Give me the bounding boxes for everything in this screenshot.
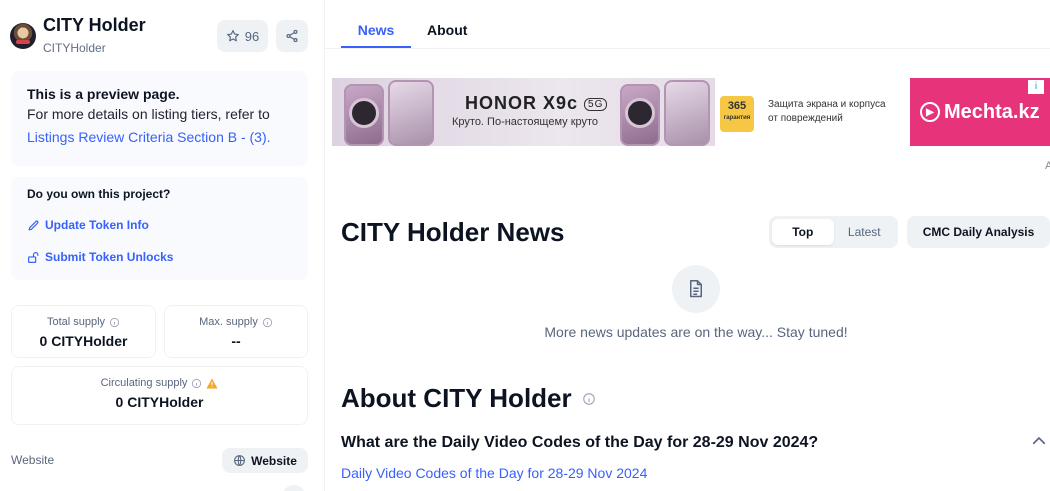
pencil-icon [28,220,39,230]
update-token-info-label: Update Token Info [45,218,149,232]
ownership-panel: Do you own this project? Update Token In… [11,177,308,280]
news-section-title: CITY Holder News [341,217,565,247]
max-supply-value: -- [231,333,241,349]
ad-brand: HONOR X9c 5G [465,93,608,114]
toggle-top[interactable]: Top [772,219,834,245]
update-token-info-link[interactable]: Update Token Info [27,217,292,233]
info-icon[interactable] [262,317,273,328]
watchlist-button[interactable]: 96 [217,20,268,52]
info-icon[interactable] [582,392,596,406]
about-section-title: About CITY Holder [341,383,596,414]
circulating-supply-label: Circulating supply [100,377,188,389]
total-supply-label-row: Total supply [12,316,155,328]
info-icon[interactable] [109,317,120,328]
next-link-button[interactable] [282,485,306,491]
total-supply-label: Total supply [46,316,106,328]
circulating-supply-value: 0 CITYHolder [115,394,204,410]
ad-promo-text: Защита экрана и корпуса от повреждений [768,99,886,124]
sidebar: CITY Holder CITYHolder 96 This is a prev… [0,0,325,491]
watchlist-count: 96 [244,28,260,44]
tab-news[interactable]: News [341,22,411,48]
circulating-supply-label-row: Circulating supply [12,377,307,389]
total-supply-value: 0 CITYHolder [39,333,128,349]
website-row-label: Website [11,453,55,467]
website-button[interactable]: Website [222,448,308,473]
ad-product-panel: HONOR X9c 5G Круто. По-настоящему круто [332,78,715,146]
submit-token-unlocks-label: Submit Token Unlocks [45,250,174,264]
play-icon: ▶ [920,102,940,122]
phone-image [388,80,434,146]
submit-token-unlocks-link[interactable]: Submit Token Unlocks [27,249,292,265]
project-avatar [10,23,36,49]
cmc-daily-analysis-button[interactable]: CMC Daily Analysis [907,216,1050,248]
max-supply-label: Max. supply [199,316,258,328]
phone-image [344,84,384,146]
empty-news-message: More news updates are on the way... Stay… [544,324,848,340]
ad-right-brand: Mechta.kz [944,100,1040,123]
listings-criteria-link[interactable]: Listings Review Criteria Section B - (3)… [27,126,292,149]
share-button[interactable] [276,20,308,52]
total-supply-card: Total supply 0 CITYHolder [11,305,156,358]
chevron-up-icon[interactable] [1030,432,1048,450]
project-symbol: CITYHolder [43,41,106,55]
circulating-supply-card: Circulating supply 0 CITYHolder [11,366,308,425]
preview-title: This is a preview page. [27,86,180,102]
ownership-title: Do you own this project? [27,187,171,201]
tabs-divider [325,48,1050,49]
faq-answer-link[interactable]: Daily Video Codes of the Day for 28-29 N… [341,465,647,481]
max-supply-card: Max. supply -- [164,305,308,358]
ad-warranty-badge: 365 гарантия [720,96,754,132]
ad-info-icon[interactable]: i [1028,80,1044,94]
warning-icon[interactable] [206,378,218,389]
preview-notice: This is a preview page. For more details… [11,71,308,166]
ad-banner-honor[interactable]: HONOR X9c 5G Круто. По-настоящему круто … [332,78,900,146]
news-sort-toggle: Top Latest [769,216,898,248]
website-button-label: Website [251,453,297,468]
tab-about[interactable]: About [427,22,467,38]
share-icon [286,29,298,43]
toggle-latest[interactable]: Latest [834,219,896,245]
unlock-icon [28,251,39,263]
phone-image [620,84,660,146]
ad-tagline: Круто. По-настоящему круто [452,116,599,128]
faq-question[interactable]: What are the Daily Video Codes of the Da… [341,434,818,452]
info-icon[interactable] [191,378,202,389]
phone-image [664,80,710,146]
star-icon [226,30,239,42]
project-name: CITY Holder [43,15,146,35]
preview-text: For more details on listing tiers, refer… [27,106,270,122]
empty-news-illustration [672,265,720,313]
document-icon [690,280,702,298]
about-title-text: About CITY Holder [341,383,572,413]
globe-icon [234,455,246,466]
ad-corner-mark: A [1045,160,1050,172]
max-supply-label-row: Max. supply [165,316,307,328]
